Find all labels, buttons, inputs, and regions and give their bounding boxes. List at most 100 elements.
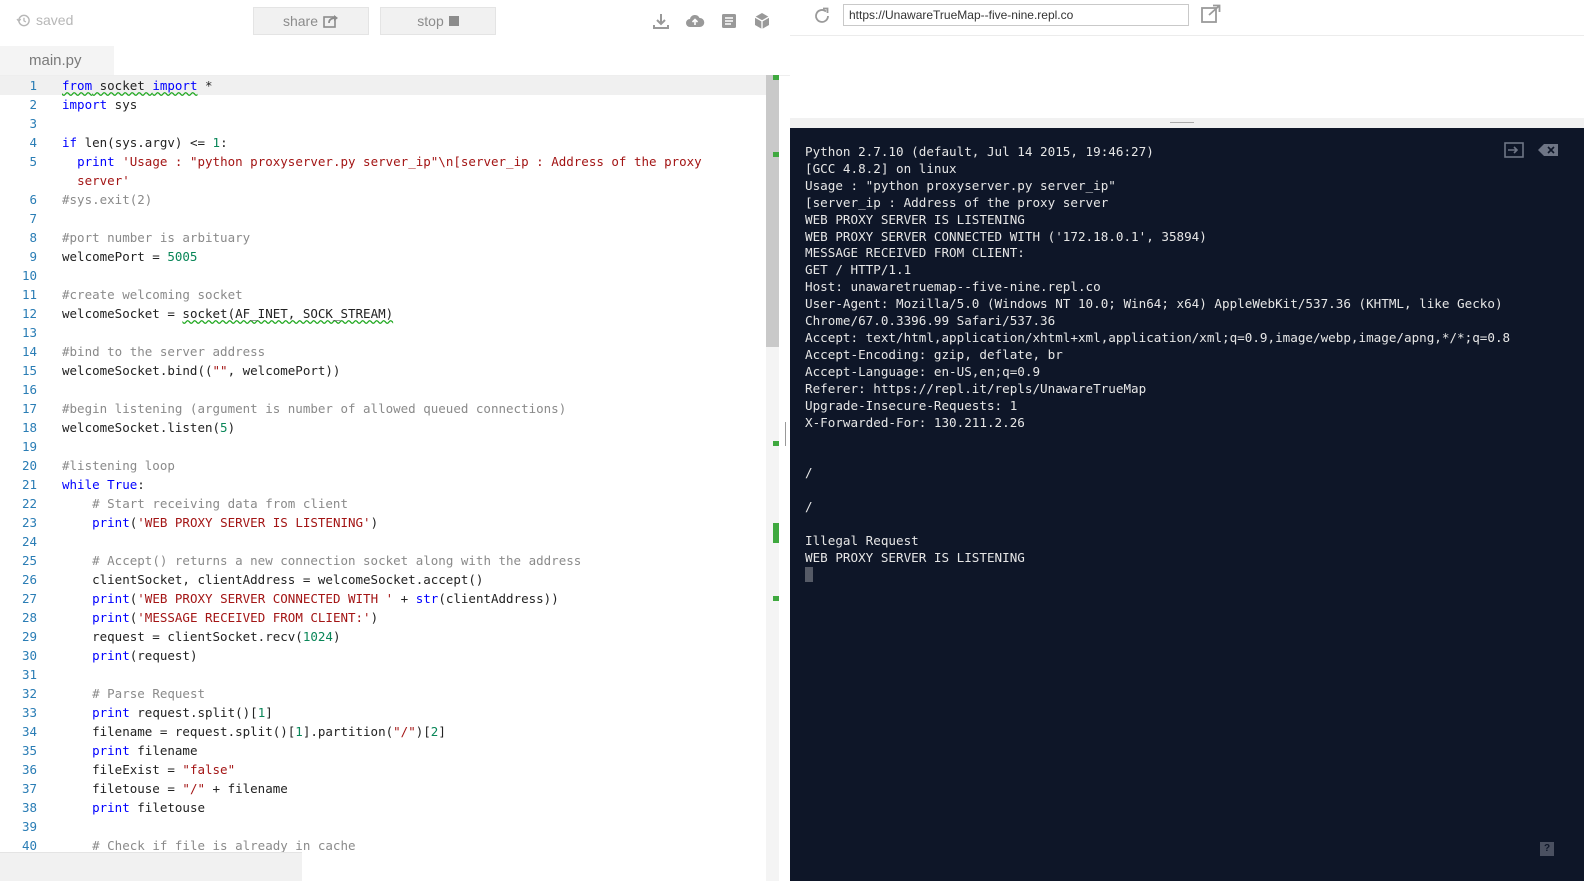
code-line[interactable]: 19 bbox=[0, 437, 766, 456]
code-line[interactable]: 24 bbox=[0, 532, 766, 551]
code-text: from socket import * bbox=[62, 78, 213, 93]
code-line[interactable]: 36 fileExist = "false" bbox=[0, 760, 766, 779]
code-line[interactable]: 4 if len(sys.argv) <= 1: bbox=[0, 133, 766, 152]
code-text: fileExist = "false" bbox=[62, 762, 236, 777]
stop-label: stop bbox=[417, 13, 444, 29]
expand-console-icon[interactable] bbox=[1504, 142, 1524, 158]
editor-pane: saved share stop main.py 1 from socket im… bbox=[0, 0, 790, 881]
code-line[interactable]: 1 from socket import * bbox=[0, 76, 766, 95]
line-number: 28 bbox=[21, 610, 37, 625]
console-output: Python 2.7.10 (default, Jul 14 2015, 19:… bbox=[805, 144, 1510, 584]
help-button[interactable]: ? bbox=[1540, 842, 1554, 856]
stop-button[interactable]: stop bbox=[380, 7, 496, 35]
line-number: 31 bbox=[21, 667, 37, 682]
code-line[interactable]: 2 import sys bbox=[0, 95, 766, 114]
file-tabs: main.py bbox=[0, 44, 790, 76]
code-line[interactable]: 18 welcomeSocket.listen(5) bbox=[0, 418, 766, 437]
code-line[interactable]: 12 welcomeSocket = socket(AF_INET, SOCK_S… bbox=[0, 304, 766, 323]
editor-scrollbar-thumb[interactable] bbox=[766, 75, 779, 347]
code-text: filename = request.split()[1].partition(… bbox=[62, 724, 446, 739]
code-text: # Accept() returns a new connection sock… bbox=[92, 553, 582, 568]
code-line[interactable]: 35 print filename bbox=[0, 741, 766, 760]
clear-console-icon[interactable] bbox=[1537, 142, 1559, 158]
line-number: 21 bbox=[21, 477, 37, 492]
change-marker bbox=[773, 596, 779, 601]
code-line[interactable]: 34 filename = request.split()[1].partiti… bbox=[0, 722, 766, 741]
code-text: while True: bbox=[62, 477, 145, 492]
code-text: print request.split()[1] bbox=[92, 705, 273, 720]
splitter-grip[interactable] bbox=[1170, 122, 1194, 123]
line-number: 5 bbox=[29, 154, 37, 169]
code-line[interactable]: 7 bbox=[0, 209, 766, 228]
saved-status: saved bbox=[16, 12, 73, 28]
code-line[interactable]: 6 #sys.exit(2) bbox=[0, 190, 766, 209]
code-line[interactable]: 30 print(request) bbox=[0, 646, 766, 665]
code-line[interactable]: 39 bbox=[0, 817, 766, 836]
console[interactable]: Python 2.7.10 (default, Jul 14 2015, 19:… bbox=[790, 128, 1584, 881]
line-number: 14 bbox=[21, 344, 37, 359]
line-number: 33 bbox=[21, 705, 37, 720]
code-line[interactable]: 23 print('WEB PROXY SERVER IS LISTENING'… bbox=[0, 513, 766, 532]
code-line[interactable]: 37 filetouse = "/" + filename bbox=[0, 779, 766, 798]
code-line[interactable]: 28 print('MESSAGE RECEIVED FROM CLIENT:'… bbox=[0, 608, 766, 627]
code-line[interactable]: 21 while True: bbox=[0, 475, 766, 494]
pane-splitter[interactable] bbox=[790, 118, 1584, 128]
code-line[interactable]: 11 #create welcoming socket bbox=[0, 285, 766, 304]
code-line[interactable]: 17 #begin listening (argument is number o… bbox=[0, 399, 766, 418]
code-line[interactable]: 22 # Start receiving data from client bbox=[0, 494, 766, 513]
pane-resize-handle[interactable] bbox=[785, 422, 786, 446]
line-number: 30 bbox=[21, 648, 37, 663]
code-line[interactable]: 33 print request.split()[1] bbox=[0, 703, 766, 722]
line-number: 19 bbox=[21, 439, 37, 454]
code-line[interactable]: 16 bbox=[0, 380, 766, 399]
package-icon[interactable] bbox=[753, 12, 771, 30]
code-text: if len(sys.argv) <= 1: bbox=[62, 135, 228, 150]
code-line[interactable]: 31 bbox=[0, 665, 766, 684]
code-text: welcomeSocket.listen(5) bbox=[62, 420, 236, 435]
code-line[interactable]: 20 #listening loop bbox=[0, 456, 766, 475]
tab-main-py[interactable]: main.py bbox=[0, 46, 114, 75]
code-text: filetouse = "/" + filename bbox=[62, 781, 288, 796]
code-line[interactable]: 27 print('WEB PROXY SERVER CONNECTED WIT… bbox=[0, 589, 766, 608]
code-line[interactable]: 3 bbox=[0, 114, 766, 133]
line-number: 12 bbox=[21, 306, 37, 321]
line-number: 10 bbox=[21, 268, 37, 283]
code-line[interactable]: server' bbox=[0, 171, 766, 190]
code-text: # Start receiving data from client bbox=[92, 496, 348, 511]
line-number: 23 bbox=[21, 515, 37, 530]
open-in-new-tab-icon[interactable] bbox=[1200, 4, 1222, 24]
code-line[interactable]: 13 bbox=[0, 323, 766, 342]
code-line[interactable]: 26 clientSocket, clientAddress = welcome… bbox=[0, 570, 766, 589]
change-marker bbox=[773, 441, 779, 446]
download-icon[interactable] bbox=[652, 12, 670, 30]
share-button[interactable]: share bbox=[253, 7, 369, 35]
code-line[interactable]: 5 print 'Usage : "python proxyserver.py … bbox=[0, 152, 766, 171]
editor-toolbar: saved share stop bbox=[0, 0, 790, 44]
code-text: print(request) bbox=[92, 648, 198, 663]
line-number: 29 bbox=[21, 629, 37, 644]
line-number: 3 bbox=[29, 116, 37, 131]
code-line[interactable]: 15 welcomeSocket.bind(("", welcomePort)) bbox=[0, 361, 766, 380]
line-number: 35 bbox=[21, 743, 37, 758]
code-line[interactable]: 25 # Accept() returns a new connection s… bbox=[0, 551, 766, 570]
code-line[interactable]: 8 #port number is arbituary bbox=[0, 228, 766, 247]
code-text: request = clientSocket.recv(1024) bbox=[62, 629, 341, 644]
line-number: 27 bbox=[21, 591, 37, 606]
console-cursor bbox=[805, 566, 813, 582]
code-line[interactable]: 32 # Parse Request bbox=[0, 684, 766, 703]
url-input[interactable] bbox=[843, 4, 1189, 26]
code-editor[interactable]: 1 from socket import * 2 import sys 3 4 if len… bbox=[0, 75, 766, 881]
code-line[interactable]: 29 request = clientSocket.recv(1024) bbox=[0, 627, 766, 646]
change-marker bbox=[773, 152, 779, 157]
cloud-upload-icon[interactable] bbox=[685, 12, 705, 30]
console-output-text: Python 2.7.10 (default, Jul 14 2015, 19:… bbox=[805, 144, 1511, 565]
code-text: welcomeSocket = socket(AF_INET, SOCK_STR… bbox=[62, 306, 394, 321]
code-line[interactable]: 10 bbox=[0, 266, 766, 285]
code-line[interactable]: 38 print filetouse bbox=[0, 798, 766, 817]
reload-icon[interactable] bbox=[813, 7, 831, 25]
line-number: 24 bbox=[21, 534, 37, 549]
code-line[interactable]: 9 welcomePort = 5005 bbox=[0, 247, 766, 266]
code-line[interactable]: 14 #bind to the server address bbox=[0, 342, 766, 361]
editor-horizontal-scrollbar[interactable] bbox=[0, 852, 302, 881]
notes-icon[interactable] bbox=[720, 12, 738, 30]
